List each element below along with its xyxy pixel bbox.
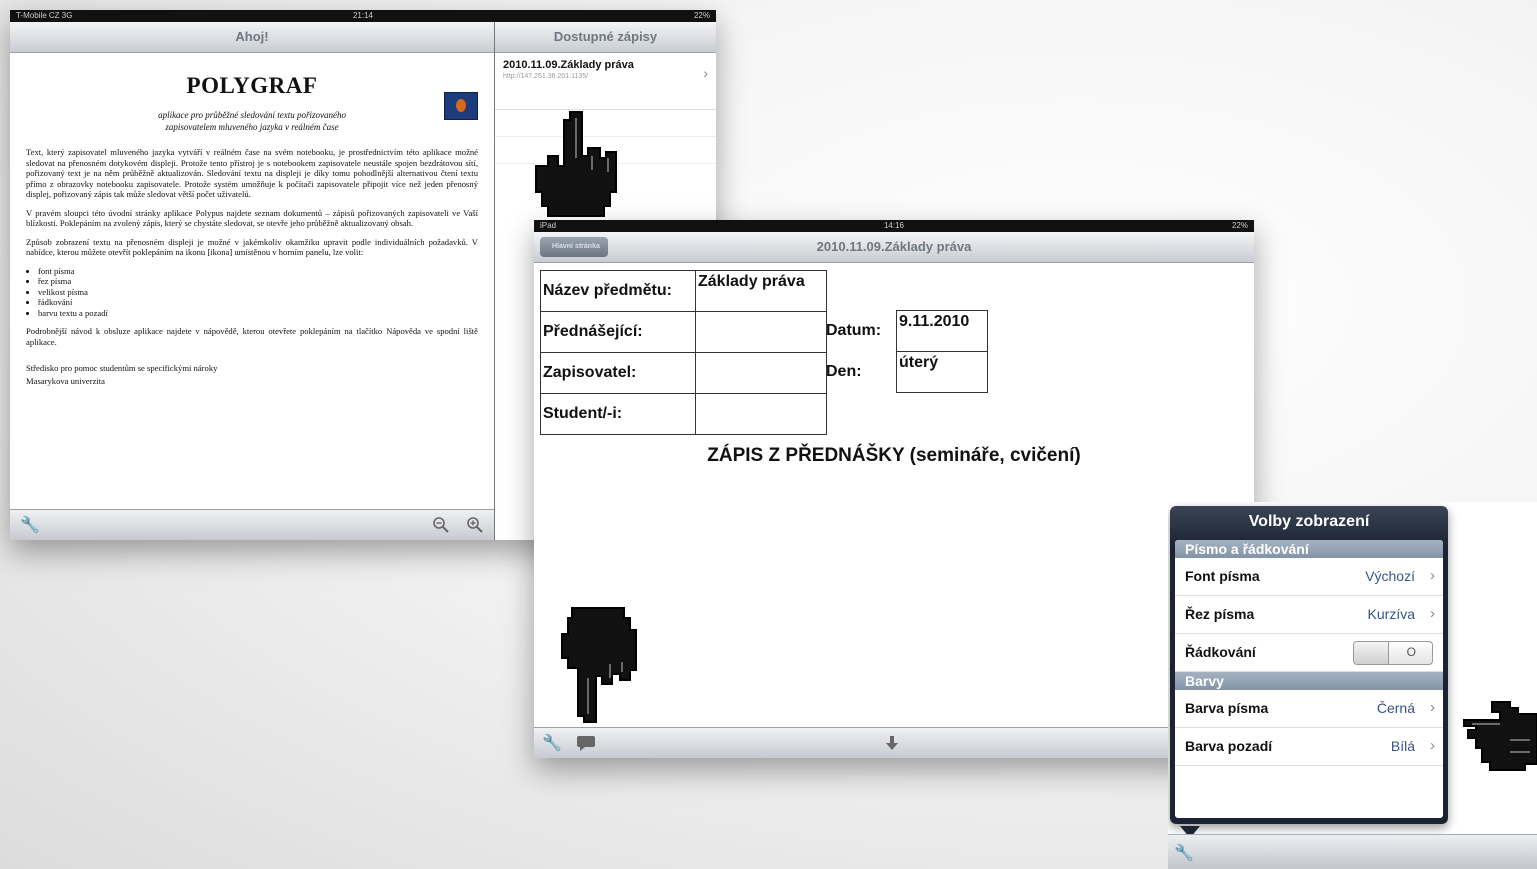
doc-paragraph: V pravém sloupci této úvodní stránky apl…: [26, 207, 478, 229]
zoom-out-icon[interactable]: [432, 516, 450, 534]
university-logo: [444, 92, 478, 120]
documents-title: Dostupné zápisy: [495, 22, 716, 53]
document-title: 2010.11.09.Základy práva: [816, 239, 972, 254]
zapis-heading: ZÁPIS Z PŘEDNÁŠKY (semináře, cvičení): [707, 445, 1081, 466]
intro-document: POLYGRAF aplikace pro průběžné sledování…: [10, 53, 494, 402]
chevron-right-icon: ›: [703, 65, 708, 81]
form-label: Datum:: [826, 322, 882, 339]
doc-paragraph: Podrobnější návod k obsluze aplikace naj…: [26, 326, 478, 347]
list-item: řádkování: [38, 297, 478, 308]
form-label: Student/-i:: [540, 393, 696, 435]
options-list: font písma řez písma velikost písma řádk…: [38, 266, 478, 319]
list-item: řez písma: [38, 276, 478, 287]
chat-icon[interactable]: [576, 735, 596, 751]
pointing-hand-icon: [561, 607, 637, 723]
form-label: Den:: [826, 363, 862, 380]
intro-title: Ahoj!: [10, 22, 494, 53]
pointing-hand-icon: [1463, 701, 1537, 771]
list-item: font písma: [38, 266, 478, 277]
doc-footer-2: Masarykova univerzita: [26, 375, 105, 386]
status-time: 21:14: [352, 11, 374, 20]
option-value: Výchozí: [1365, 568, 1415, 584]
form-label: Název předmětu:: [540, 270, 696, 312]
option-value: Kurzíva: [1367, 606, 1415, 622]
doc-paragraph: Text, který zapisovatel mluveného jazyka…: [26, 147, 478, 199]
text-color-row[interactable]: Barva písma Černá ›: [1175, 690, 1443, 728]
form-value: [695, 311, 827, 353]
option-value: Černá: [1376, 700, 1415, 716]
option-label: Barva pozadí: [1185, 738, 1273, 754]
document-title: 2010.11.09.Základy práva: [503, 59, 634, 71]
document-url: http://147.251.36.201:1135/: [503, 73, 589, 80]
form-label: Zapisovatel:: [540, 352, 696, 394]
chevron-right-icon: ›: [1430, 737, 1435, 754]
document-navbar: Hlavní stránka 2010.11.09.Základy práva: [534, 232, 1254, 263]
back-button[interactable]: Hlavní stránka: [540, 237, 608, 257]
font-option-row[interactable]: Font písma Výchozí ›: [1175, 558, 1443, 596]
doc-footer-1: Středisko pro pomoc studentům se specifi…: [26, 363, 218, 373]
form-value: 9.11.2010: [896, 310, 988, 352]
doc-subtitle-line-1: aplikace pro průběžné sledování textu po…: [158, 110, 346, 120]
popover-title: Volby zobrazení: [1248, 513, 1370, 530]
status-bar: iPad 14:16 22%: [534, 220, 1254, 232]
section-header: Barvy: [1175, 672, 1443, 690]
date-form: Datum: 9.11.2010 Den: úterý: [824, 310, 988, 393]
toggle-knob: [1354, 642, 1389, 664]
option-label: Řez písma: [1185, 606, 1255, 622]
chevron-right-icon: ›: [1430, 567, 1435, 584]
form-value: [695, 393, 827, 435]
options-list: Písmo a řádkování Font písma Výchozí › Ř…: [1175, 540, 1443, 818]
form-value: Základy práva: [695, 270, 827, 312]
status-time: 14:16: [883, 221, 905, 230]
section-header: Písmo a řádkování: [1175, 540, 1443, 558]
pointing-hand-icon: [535, 111, 617, 217]
download-icon[interactable]: [884, 735, 900, 751]
doc-paragraph: Způsob zobrazení textu na přenosném disp…: [26, 236, 478, 258]
zoom-in-icon[interactable]: [466, 516, 484, 534]
form-value: [695, 352, 827, 394]
document-list-item[interactable]: 2010.11.09.Základy práva http://147.251.…: [495, 53, 716, 110]
toggle-off-label: O: [1406, 645, 1416, 659]
option-label: Řádkování: [1185, 644, 1256, 660]
option-label: Barva písma: [1185, 700, 1269, 716]
form-value: úterý: [896, 351, 988, 393]
doc-heading: POLYGRAF: [186, 73, 318, 98]
options-screenshot: Volby zobrazení Písmo a řádkování Font p…: [1168, 502, 1537, 869]
wrench-icon[interactable]: 🔧: [20, 515, 40, 535]
doc-subtitle-line-2: zapisovatelem mluveného jazyka v reálném…: [165, 122, 339, 132]
header-form: Název předmětu: Základy práva Přednášejíc…: [540, 270, 827, 435]
list-item: barvu textu a pozadí: [38, 308, 478, 319]
line-spacing-toggle[interactable]: O: [1353, 641, 1433, 665]
wrench-icon[interactable]: 🔧: [542, 733, 562, 753]
status-bar: T-Mobile CZ 3G 21:14 22%: [10, 10, 716, 22]
line-spacing-row: Řádkování O: [1175, 634, 1443, 672]
form-label: Přednášející:: [540, 311, 696, 353]
chevron-right-icon: ›: [1430, 605, 1435, 622]
bottom-toolbar: 🔧: [10, 509, 494, 540]
wrench-icon[interactable]: 🔧: [1174, 843, 1194, 863]
style-option-row[interactable]: Řez písma Kurzíva ›: [1175, 596, 1443, 634]
chevron-right-icon: ›: [1430, 699, 1435, 716]
intro-pane: Ahoj! POLYGRAF aplikace pro průběžné sle…: [10, 22, 495, 540]
option-label: Font písma: [1185, 568, 1260, 584]
battery-label: 22%: [693, 11, 710, 20]
bottom-toolbar: 🔧: [534, 727, 1254, 758]
battery-label: 22%: [1231, 221, 1248, 230]
doc-subtitle: aplikace pro průběžné sledování textu po…: [26, 109, 478, 133]
background-color-row[interactable]: Barva pozadí Bílá ›: [1175, 728, 1443, 766]
option-value: Bílá: [1390, 738, 1415, 754]
display-options-popover: Volby zobrazení Písmo a řádkování Font p…: [1170, 506, 1448, 838]
list-item: velikost písma: [38, 287, 478, 298]
bottom-toolbar: 🔧: [1168, 834, 1537, 869]
